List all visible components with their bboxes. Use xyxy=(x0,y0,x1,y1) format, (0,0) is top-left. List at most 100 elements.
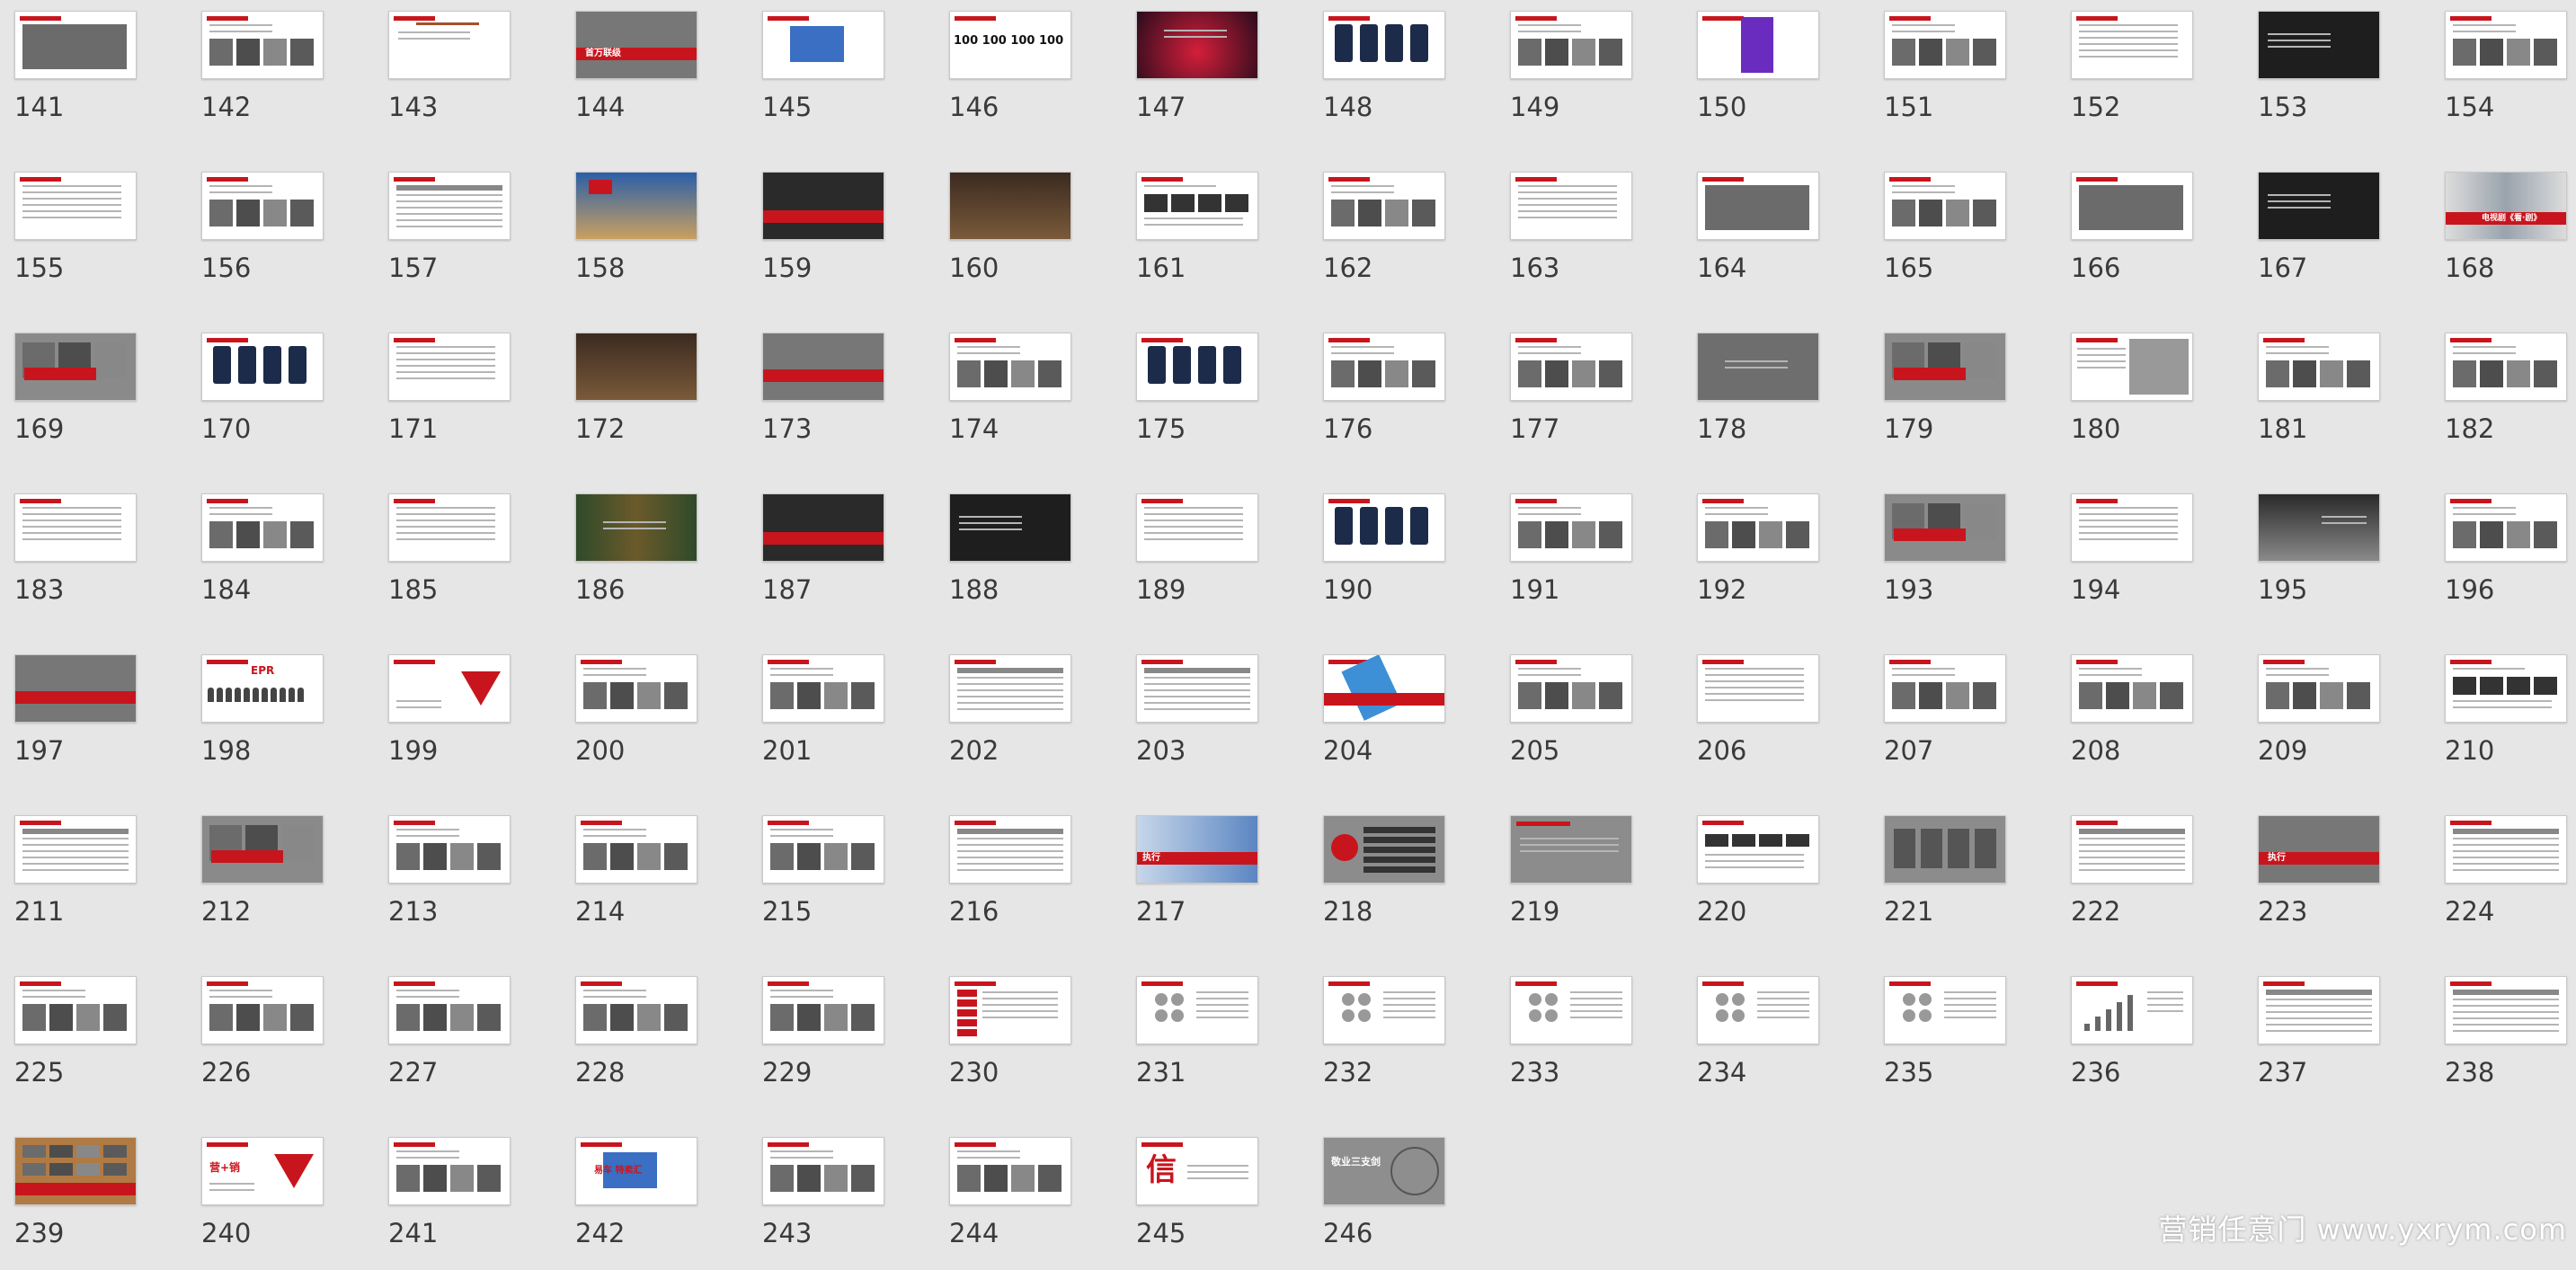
slide-preview[interactable] xyxy=(1884,493,2006,562)
slide-thumbnail[interactable]: 192 xyxy=(1683,483,1819,626)
slide-thumbnail[interactable]: 180 xyxy=(2056,322,2193,466)
slide-thumbnail[interactable]: 信 245 xyxy=(1122,1126,1258,1270)
slide-preview[interactable] xyxy=(201,172,324,240)
slide-preview[interactable] xyxy=(201,333,324,401)
slide-thumbnail[interactable]: 191 xyxy=(1496,483,1632,626)
slide-preview[interactable] xyxy=(1510,11,1632,79)
slide-thumbnail[interactable]: 200 xyxy=(561,644,697,787)
slide-preview[interactable]: 敬业三支剑 xyxy=(1323,1137,1445,1205)
slide-thumbnail[interactable]: 166 xyxy=(2056,161,2193,305)
slide-preview[interactable] xyxy=(1697,976,1819,1044)
slide-thumbnail[interactable]: 202 xyxy=(935,644,1071,787)
slide-thumbnail[interactable]: 148 xyxy=(1309,0,1445,144)
slide-preview[interactable] xyxy=(201,11,324,79)
slide-thumbnail[interactable]: 209 xyxy=(2243,644,2380,787)
slide-thumbnail[interactable]: 易车 特卖汇 242 xyxy=(561,1126,697,1270)
slide-thumbnail[interactable]: 208 xyxy=(2056,644,2193,787)
slide-preview[interactable] xyxy=(949,815,1071,884)
slide-preview[interactable] xyxy=(575,333,697,401)
slide-preview[interactable] xyxy=(1884,654,2006,723)
slide-preview[interactable] xyxy=(1884,815,2006,884)
slide-thumbnail[interactable]: 184 xyxy=(187,483,324,626)
slide-thumbnail[interactable]: 150 xyxy=(1683,0,1819,144)
slide-preview[interactable]: 100 100 100 100 xyxy=(949,11,1071,79)
slide-preview[interactable] xyxy=(762,815,884,884)
slide-preview[interactable] xyxy=(2258,493,2380,562)
slide-thumbnail[interactable]: 177 xyxy=(1496,322,1632,466)
slide-preview[interactable] xyxy=(1323,493,1445,562)
slide-thumbnail[interactable]: 电视剧《看·剧》 168 xyxy=(2430,161,2567,305)
slide-preview[interactable] xyxy=(14,1137,137,1205)
slide-thumbnail[interactable]: 238 xyxy=(2430,965,2567,1109)
slide-thumbnail[interactable]: 199 xyxy=(374,644,511,787)
slide-preview[interactable] xyxy=(2071,815,2193,884)
slide-thumbnail[interactable]: 221 xyxy=(1870,804,2006,948)
slide-thumbnail[interactable]: 244 xyxy=(935,1126,1071,1270)
slide-preview[interactable] xyxy=(575,976,697,1044)
slide-thumbnail[interactable]: 162 xyxy=(1309,161,1445,305)
slide-preview[interactable] xyxy=(14,172,137,240)
slide-thumbnail[interactable]: 196 xyxy=(2430,483,2567,626)
slide-thumbnail[interactable]: 213 xyxy=(374,804,511,948)
slide-thumbnail[interactable]: 215 xyxy=(748,804,884,948)
slide-preview[interactable] xyxy=(1323,815,1445,884)
slide-thumbnail[interactable]: 178 xyxy=(1683,322,1819,466)
slide-preview[interactable] xyxy=(1510,815,1632,884)
slide-preview[interactable] xyxy=(2071,172,2193,240)
slide-thumbnail[interactable]: 158 xyxy=(561,161,697,305)
slide-preview[interactable] xyxy=(1323,976,1445,1044)
slide-preview[interactable] xyxy=(949,1137,1071,1205)
slide-thumbnail[interactable]: 241 xyxy=(374,1126,511,1270)
slide-thumbnail[interactable]: 142 xyxy=(187,0,324,144)
slide-thumbnail[interactable]: 169 xyxy=(0,322,137,466)
slide-preview[interactable] xyxy=(1136,11,1258,79)
slide-preview[interactable]: 营+销 xyxy=(201,1137,324,1205)
slide-thumbnail[interactable]: 214 xyxy=(561,804,697,948)
slide-thumbnail[interactable]: 235 xyxy=(1870,965,2006,1109)
slide-preview[interactable] xyxy=(14,654,137,723)
slide-preview[interactable] xyxy=(1136,333,1258,401)
slide-preview[interactable] xyxy=(388,654,511,723)
slide-preview[interactable] xyxy=(762,172,884,240)
slide-preview[interactable] xyxy=(1136,172,1258,240)
slide-preview[interactable]: 信 xyxy=(1136,1137,1258,1205)
slide-preview[interactable] xyxy=(575,172,697,240)
slide-preview[interactable] xyxy=(949,333,1071,401)
slide-thumbnail[interactable]: EPR 198 xyxy=(187,644,324,787)
slide-thumbnail[interactable]: 203 xyxy=(1122,644,1258,787)
slide-preview[interactable] xyxy=(1884,11,2006,79)
slide-thumbnail[interactable]: 226 xyxy=(187,965,324,1109)
slide-preview[interactable] xyxy=(2071,333,2193,401)
slide-thumbnail[interactable]: 141 xyxy=(0,0,137,144)
slide-preview[interactable] xyxy=(388,976,511,1044)
slide-thumbnail[interactable]: 194 xyxy=(2056,483,2193,626)
slide-preview[interactable] xyxy=(1884,976,2006,1044)
slide-thumbnail[interactable]: 233 xyxy=(1496,965,1632,1109)
slide-preview[interactable] xyxy=(575,493,697,562)
slide-preview[interactable] xyxy=(762,1137,884,1205)
slide-preview[interactable] xyxy=(2071,976,2193,1044)
slide-preview[interactable] xyxy=(762,654,884,723)
slide-preview[interactable] xyxy=(2445,11,2567,79)
slide-preview[interactable] xyxy=(388,815,511,884)
slide-thumbnail[interactable]: 190 xyxy=(1309,483,1445,626)
slide-thumbnail[interactable]: 212 xyxy=(187,804,324,948)
slide-preview[interactable] xyxy=(575,654,697,723)
slide-preview[interactable] xyxy=(1323,11,1445,79)
slide-preview[interactable] xyxy=(1510,333,1632,401)
slide-thumbnail[interactable]: 执行 217 xyxy=(1122,804,1258,948)
slide-thumbnail[interactable]: 211 xyxy=(0,804,137,948)
slide-preview[interactable] xyxy=(201,493,324,562)
slide-thumbnail[interactable]: 154 xyxy=(2430,0,2567,144)
slide-preview[interactable] xyxy=(1884,333,2006,401)
slide-thumbnail[interactable]: 206 xyxy=(1683,644,1819,787)
slide-thumbnail[interactable]: 228 xyxy=(561,965,697,1109)
slide-thumbnail[interactable]: 170 xyxy=(187,322,324,466)
slide-preview[interactable] xyxy=(388,493,511,562)
slide-thumbnail[interactable]: 218 xyxy=(1309,804,1445,948)
slide-thumbnail[interactable]: 219 xyxy=(1496,804,1632,948)
slide-thumbnail[interactable]: 176 xyxy=(1309,322,1445,466)
slide-thumbnail[interactable]: 210 xyxy=(2430,644,2567,787)
slide-thumbnail[interactable]: 181 xyxy=(2243,322,2380,466)
slide-thumbnail[interactable]: 149 xyxy=(1496,0,1632,144)
